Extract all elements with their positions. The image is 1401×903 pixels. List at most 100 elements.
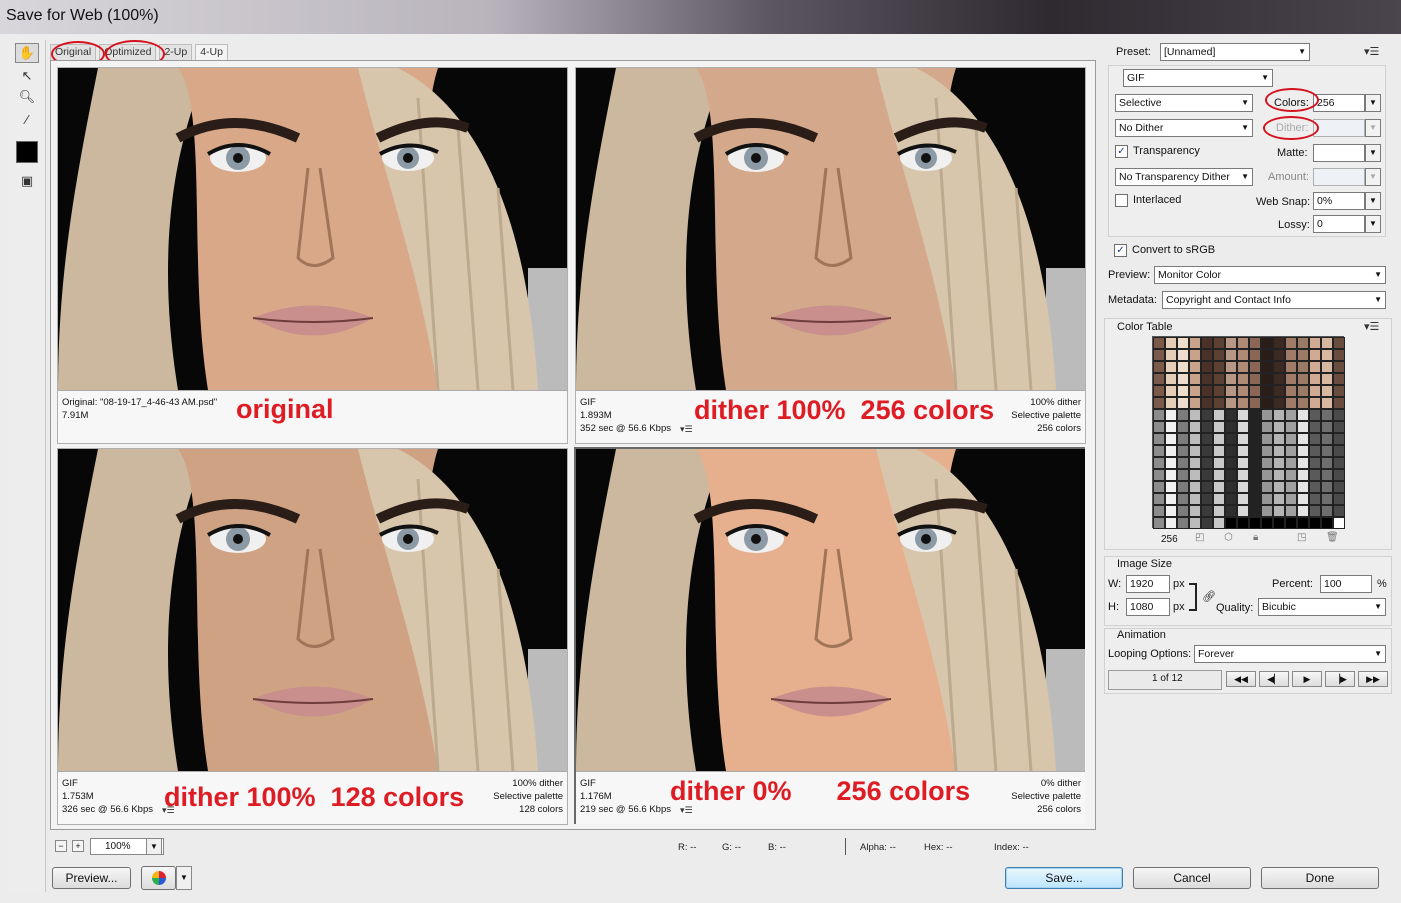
color-table-swatch[interactable] <box>1165 517 1177 529</box>
color-table-swatch[interactable] <box>1177 457 1189 469</box>
lossy-field[interactable]: 0 <box>1313 215 1365 233</box>
color-table-swatch[interactable] <box>1333 457 1345 469</box>
color-table-swatch[interactable] <box>1165 505 1177 517</box>
color-table-swatch[interactable] <box>1165 337 1177 349</box>
color-table-swatch[interactable] <box>1297 397 1309 409</box>
play-icon[interactable]: ▶ <box>1292 671 1322 687</box>
color-table-swatch[interactable] <box>1213 385 1225 397</box>
chevron-down-icon[interactable]: ▼ <box>146 838 162 855</box>
color-table-swatch[interactable] <box>1249 469 1261 481</box>
color-table-swatch[interactable] <box>1333 409 1345 421</box>
color-table-swatch[interactable] <box>1189 481 1201 493</box>
color-table-swatch[interactable] <box>1297 409 1309 421</box>
color-table-swatch[interactable] <box>1273 397 1285 409</box>
color-table-swatch[interactable] <box>1249 517 1261 529</box>
color-table-swatch[interactable] <box>1225 505 1237 517</box>
color-table-swatch[interactable] <box>1261 493 1273 505</box>
color-table-swatch[interactable] <box>1237 337 1249 349</box>
color-table-swatch[interactable] <box>1153 469 1165 481</box>
toggle-slices-icon[interactable]: ▣ <box>15 171 39 191</box>
color-table-swatch[interactable] <box>1309 433 1321 445</box>
color-table-swatch[interactable] <box>1201 517 1213 529</box>
chevron-down-icon[interactable]: ▼ <box>1365 144 1381 162</box>
color-table-swatch[interactable] <box>1201 337 1213 349</box>
color-table-swatch[interactable] <box>1237 517 1249 529</box>
zoom-out-icon[interactable]: − <box>55 840 67 852</box>
color-table-swatch[interactable] <box>1333 469 1345 481</box>
color-table-swatch[interactable] <box>1153 409 1165 421</box>
color-table-swatch[interactable] <box>1261 373 1273 385</box>
color-table-swatch[interactable] <box>1237 433 1249 445</box>
color-table-swatch[interactable] <box>1237 505 1249 517</box>
color-table-swatch[interactable] <box>1189 445 1201 457</box>
color-table-swatch[interactable] <box>1285 493 1297 505</box>
chevron-down-icon[interactable]: ▼ <box>1365 192 1381 210</box>
color-table-swatch[interactable] <box>1285 361 1297 373</box>
color-table-swatch[interactable] <box>1153 385 1165 397</box>
color-table-swatch[interactable] <box>1321 493 1333 505</box>
color-table-swatch[interactable] <box>1177 433 1189 445</box>
color-table-swatch[interactable] <box>1297 433 1309 445</box>
color-table-swatch[interactable] <box>1297 385 1309 397</box>
color-table-swatch[interactable] <box>1309 361 1321 373</box>
color-table-swatch[interactable] <box>1225 349 1237 361</box>
color-table-swatch[interactable] <box>1225 373 1237 385</box>
looping-select[interactable]: Forever ▼ <box>1194 645 1386 663</box>
color-table-swatch[interactable] <box>1297 457 1309 469</box>
color-table-swatch[interactable] <box>1285 505 1297 517</box>
color-table-swatch[interactable] <box>1165 397 1177 409</box>
color-table-swatch[interactable] <box>1321 445 1333 457</box>
color-table-swatch[interactable] <box>1165 421 1177 433</box>
color-table-swatch[interactable] <box>1333 349 1345 361</box>
color-table-swatch[interactable] <box>1321 421 1333 433</box>
color-table-swatch[interactable] <box>1309 469 1321 481</box>
color-table-swatch[interactable] <box>1309 397 1321 409</box>
color-table-swatch[interactable] <box>1237 397 1249 409</box>
color-table-swatch[interactable] <box>1261 517 1273 529</box>
color-table-swatch[interactable] <box>1213 469 1225 481</box>
color-table-swatch[interactable] <box>1225 493 1237 505</box>
color-table-swatch[interactable] <box>1225 457 1237 469</box>
color-table-swatch[interactable] <box>1333 385 1345 397</box>
color-table-swatch[interactable] <box>1237 349 1249 361</box>
color-table-swatch[interactable] <box>1189 469 1201 481</box>
metadata-select[interactable]: Copyright and Contact Info ▼ <box>1162 291 1386 309</box>
color-table-swatch[interactable] <box>1309 457 1321 469</box>
color-table-swatch[interactable] <box>1153 337 1165 349</box>
color-table-swatch[interactable] <box>1261 361 1273 373</box>
color-table-menu-icon[interactable]: ▾☰ <box>1364 320 1379 333</box>
chevron-down-icon[interactable]: ▼ <box>1365 215 1381 233</box>
color-table-swatch[interactable] <box>1189 457 1201 469</box>
color-table-swatch[interactable] <box>1321 361 1333 373</box>
color-table-swatch[interactable] <box>1189 385 1201 397</box>
color-table-swatch[interactable] <box>1165 433 1177 445</box>
chevron-down-icon[interactable]: ▼ <box>1365 94 1381 112</box>
color-table-swatch[interactable] <box>1273 385 1285 397</box>
color-table-swatch[interactable] <box>1177 481 1189 493</box>
preview-pane-original[interactable]: Original: "08-19-17_4-46-43 AM.psd" 7.91M… <box>57 67 568 444</box>
color-table-swatch[interactable] <box>1333 337 1345 349</box>
color-table-swatch[interactable] <box>1273 337 1285 349</box>
color-table-swatch[interactable] <box>1213 337 1225 349</box>
color-table-swatch[interactable] <box>1309 337 1321 349</box>
color-table-swatch[interactable] <box>1201 481 1213 493</box>
color-table-swatch[interactable] <box>1189 349 1201 361</box>
color-table-swatch[interactable] <box>1237 457 1249 469</box>
color-table-swatch[interactable] <box>1309 349 1321 361</box>
previous-frame-icon[interactable]: ◀▏ <box>1259 671 1289 687</box>
color-table-swatch[interactable] <box>1177 421 1189 433</box>
hand-tool-icon[interactable]: ✋ <box>15 43 39 63</box>
color-table-swatch[interactable] <box>1249 433 1261 445</box>
color-table-swatch[interactable] <box>1201 445 1213 457</box>
color-table-swatch[interactable] <box>1153 349 1165 361</box>
color-table-swatch[interactable] <box>1177 409 1189 421</box>
slice-select-tool-icon[interactable]: ↖ <box>15 66 39 86</box>
color-table-swatch[interactable] <box>1297 505 1309 517</box>
color-table-swatch[interactable] <box>1165 493 1177 505</box>
color-table-swatch[interactable] <box>1153 433 1165 445</box>
color-table-swatch[interactable] <box>1249 481 1261 493</box>
color-table-swatch[interactable] <box>1333 397 1345 409</box>
color-table-swatch[interactable] <box>1165 385 1177 397</box>
color-table-swatch[interactable] <box>1189 337 1201 349</box>
color-table-swatch[interactable] <box>1213 481 1225 493</box>
